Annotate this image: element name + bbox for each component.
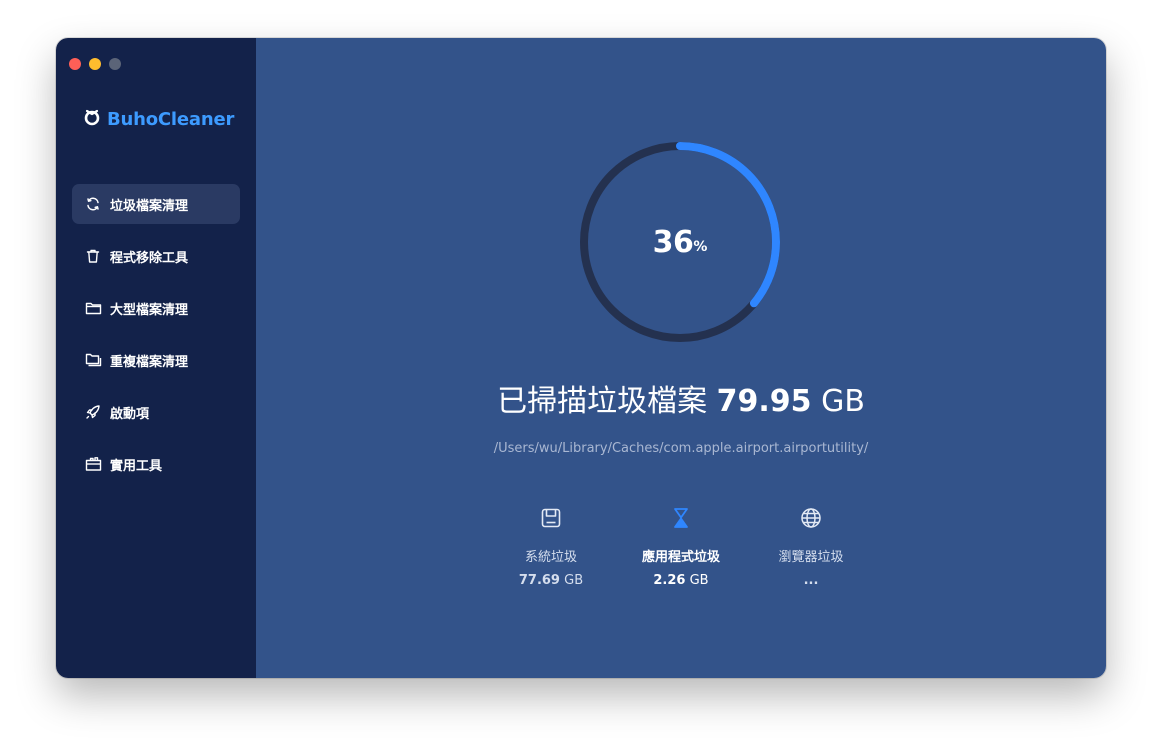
zoom-window-button[interactable] [109,58,121,70]
scan-progress-ring: 36% [572,134,788,350]
trash-icon [84,247,102,265]
current-scan-path: /Users/wu/Library/Caches/com.apple.airpo… [493,441,869,456]
sidebar-item-duplicate-files[interactable]: 重複檔案清理 [72,340,240,380]
headline-size: 79.95 [716,384,812,419]
minimize-window-button[interactable] [89,58,101,70]
disk-icon [537,504,565,532]
sidebar-item-label: 啟動項 [110,406,150,422]
sidebar-item-label: 垃圾檔案清理 [110,198,189,214]
sidebar-nav: 垃圾檔案清理 程式移除工具 大型檔案清理 重複檔案清理 啟動項 實用工具 [72,184,240,496]
progress-value: 36 [652,224,694,260]
window-controls [69,58,121,70]
refresh-icon [84,195,102,213]
folder-icon [84,299,102,317]
stat-browser-junk: 瀏覽器垃圾 ... [746,504,876,588]
sidebar-item-startup-items[interactable]: 啟動項 [72,392,240,432]
main-panel: 36% 已掃描垃圾檔案 79.95 GB /Users/wu/Library/C… [256,38,1106,678]
stat-value: 77.69 GB [518,573,584,588]
app-name: BuhoCleaner [107,108,235,130]
sidebar-item-label: 重複檔案清理 [110,354,189,370]
close-window-button[interactable] [69,58,81,70]
globe-icon [797,504,825,532]
sidebar-item-label: 實用工具 [110,458,163,474]
junk-category-stats: 系統垃圾 77.69 GB 應用程式垃圾 2.26 GB 瀏覽器垃圾 ... [486,504,876,588]
rocket-icon [84,403,102,421]
sidebar-item-toolkit[interactable]: 實用工具 [72,444,240,484]
stat-label: 系統垃圾 [524,550,577,565]
sidebar-item-junk-cleanup[interactable]: 垃圾檔案清理 [72,184,240,224]
sidebar-item-label: 大型檔案清理 [110,302,189,318]
sidebar-item-large-files[interactable]: 大型檔案清理 [72,288,240,328]
duplicate-folder-icon [84,351,102,369]
stat-app-junk: 應用程式垃圾 2.26 GB [616,504,746,588]
sidebar-item-app-uninstaller[interactable]: 程式移除工具 [72,236,240,276]
progress-percent: 36% [572,134,788,350]
hourglass-icon [667,504,695,532]
progress-unit: % [693,239,708,255]
stat-value: 2.26 GB [653,573,709,588]
headline-unit: GB [821,384,865,419]
stat-label: 應用程式垃圾 [641,550,720,565]
headline-prefix: 已掃描垃圾檔案 [497,384,708,419]
stat-system-junk: 系統垃圾 77.69 GB [486,504,616,588]
stat-value: ... [803,573,819,588]
sidebar: BuhoCleaner 垃圾檔案清理 程式移除工具 大型檔案清理 重複檔案清理 … [56,38,256,678]
stat-label: 瀏覽器垃圾 [778,550,844,565]
app-brand: BuhoCleaner [83,108,234,130]
app-window: BuhoCleaner 垃圾檔案清理 程式移除工具 大型檔案清理 重複檔案清理 … [56,38,1106,678]
sidebar-item-label: 程式移除工具 [110,250,189,266]
scan-headline: 已掃描垃圾檔案 79.95 GB [256,376,1106,420]
buho-logo-icon [83,108,101,130]
toolbox-icon [84,455,102,473]
